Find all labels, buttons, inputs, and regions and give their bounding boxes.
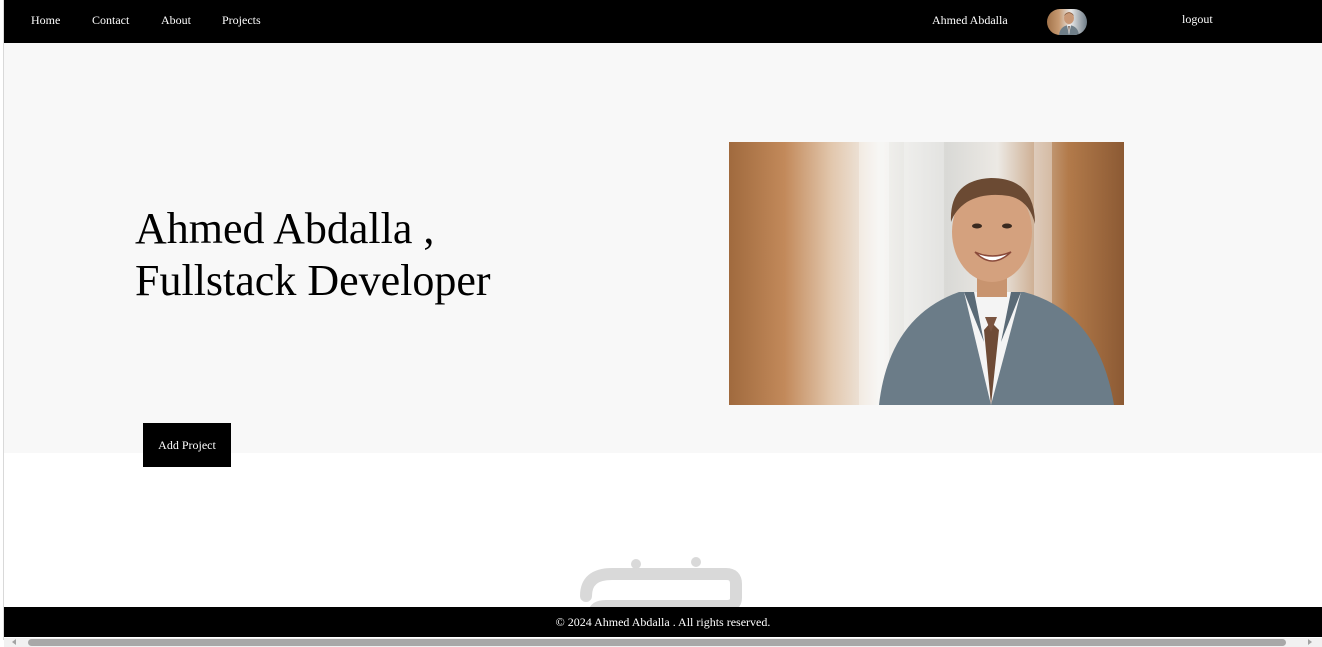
logout-link[interactable]: logout — [1182, 12, 1213, 27]
avatar[interactable] — [1047, 9, 1087, 35]
nav-user-name: Ahmed Abdalla — [932, 13, 1008, 27]
avatar-person-icon — [1059, 12, 1079, 35]
nav-link-about[interactable]: About — [161, 13, 191, 28]
navbar: Home Contact About Projects Ahmed Abdall… — [4, 0, 1322, 43]
horizontal-scrollbar[interactable] — [4, 638, 1322, 647]
scroll-left-arrow-icon[interactable] — [12, 639, 16, 645]
scrollbar-thumb[interactable] — [28, 639, 1286, 646]
profile-photo-illustration — [859, 142, 1114, 405]
scroll-right-arrow-icon[interactable] — [1308, 639, 1312, 645]
footer-copyright: © 2024 Ahmed Abdalla . All rights reserv… — [555, 615, 771, 629]
hero-title: Ahmed Abdalla , Fullstack Developer — [135, 203, 555, 307]
hero-section: Ahmed Abdalla , Fullstack Developer Add … — [4, 43, 1322, 467]
footer: © 2024 Ahmed Abdalla . All rights reserv… — [4, 607, 1322, 637]
hero-title-line1: Ahmed Abdalla , — [135, 204, 435, 253]
add-project-button[interactable]: Add Project — [143, 423, 231, 467]
page: Home Contact About Projects Ahmed Abdall… — [0, 0, 1322, 647]
profile-photo — [729, 142, 1124, 405]
nav-link-projects[interactable]: Projects — [222, 13, 261, 28]
nav-link-home[interactable]: Home — [31, 13, 60, 28]
nav-link-contact[interactable]: Contact — [92, 13, 129, 28]
hero-title-line2: Fullstack Developer — [135, 256, 491, 305]
